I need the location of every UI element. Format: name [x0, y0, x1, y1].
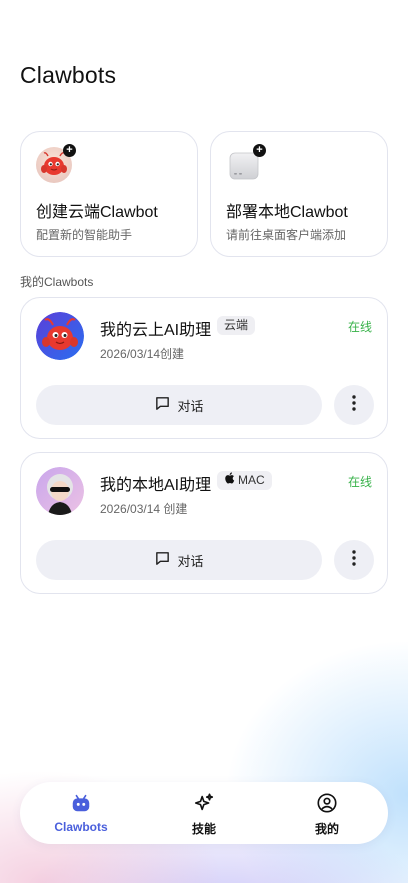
bot-name: 我的云上AI助理	[100, 322, 212, 339]
status-badge: 在线	[347, 320, 372, 334]
tab-me[interactable]: 我的	[282, 792, 372, 838]
plus-icon: +	[253, 144, 266, 157]
chat-bubble-icon	[154, 395, 171, 415]
sunglasses-character-avatar-icon	[36, 467, 84, 515]
more-vertical-icon	[352, 394, 356, 416]
bot-type-label: 云端	[224, 318, 249, 332]
mac-mini-device-icon: +	[226, 144, 266, 183]
status-badge: 在线	[347, 475, 372, 489]
more-options-button[interactable]	[334, 540, 374, 580]
bot-created-date: 2026/03/14 创建	[100, 502, 188, 516]
more-options-button[interactable]	[334, 385, 374, 425]
tab-label: Clawbots	[54, 820, 108, 834]
chat-button[interactable]: 对话	[36, 540, 322, 580]
chat-button-label: 对话	[177, 398, 204, 414]
action-subtitle: 请前往桌面客户端添加	[226, 228, 347, 242]
tab-clawbots[interactable]: Clawbots	[36, 792, 126, 838]
bottom-tab-bar: Clawbots 技能 我的	[20, 782, 388, 844]
bot-type-badge: 云端	[217, 316, 256, 335]
bot-card: 我的云上AI助理 云端 在线 2026/03/14创建 对话	[20, 297, 388, 439]
create-cloud-clawbot-card[interactable]: + 创建云端Clawbot 配置新的智能助手	[20, 131, 198, 257]
red-lobster-avatar-icon	[36, 312, 84, 360]
chat-bubble-icon	[154, 550, 171, 570]
plus-icon: +	[63, 144, 76, 157]
bot-card: 我的本地AI助理 MAC 在线 2026/03/14 创建 对话	[20, 452, 388, 594]
red-lobster-avatar-icon: +	[36, 144, 76, 183]
robot-icon	[70, 792, 92, 814]
apple-icon	[224, 471, 235, 490]
tab-label: 我的	[314, 822, 339, 836]
action-title: 创建云端Clawbot	[36, 204, 158, 221]
bot-type-label: MAC	[238, 473, 265, 487]
action-title: 部署本地Clawbot	[226, 204, 348, 221]
action-subtitle: 配置新的智能助手	[36, 228, 133, 242]
tab-label: 技能	[191, 822, 216, 836]
bot-created-date: 2026/03/14创建	[100, 347, 185, 361]
user-circle-icon	[316, 792, 338, 814]
sparkles-icon	[193, 792, 215, 814]
chat-button-label: 对话	[177, 553, 204, 569]
more-vertical-icon	[352, 549, 356, 571]
deploy-local-clawbot-card[interactable]: + 部署本地Clawbot 请前往桌面客户端添加	[210, 131, 388, 257]
section-label: 我的Clawbots	[20, 275, 94, 289]
page-title: Clawbots	[20, 62, 117, 88]
chat-button[interactable]: 对话	[36, 385, 322, 425]
tab-skills[interactable]: 技能	[159, 792, 249, 838]
bot-name: 我的本地AI助理	[100, 477, 212, 494]
bot-type-badge: MAC	[217, 471, 272, 490]
